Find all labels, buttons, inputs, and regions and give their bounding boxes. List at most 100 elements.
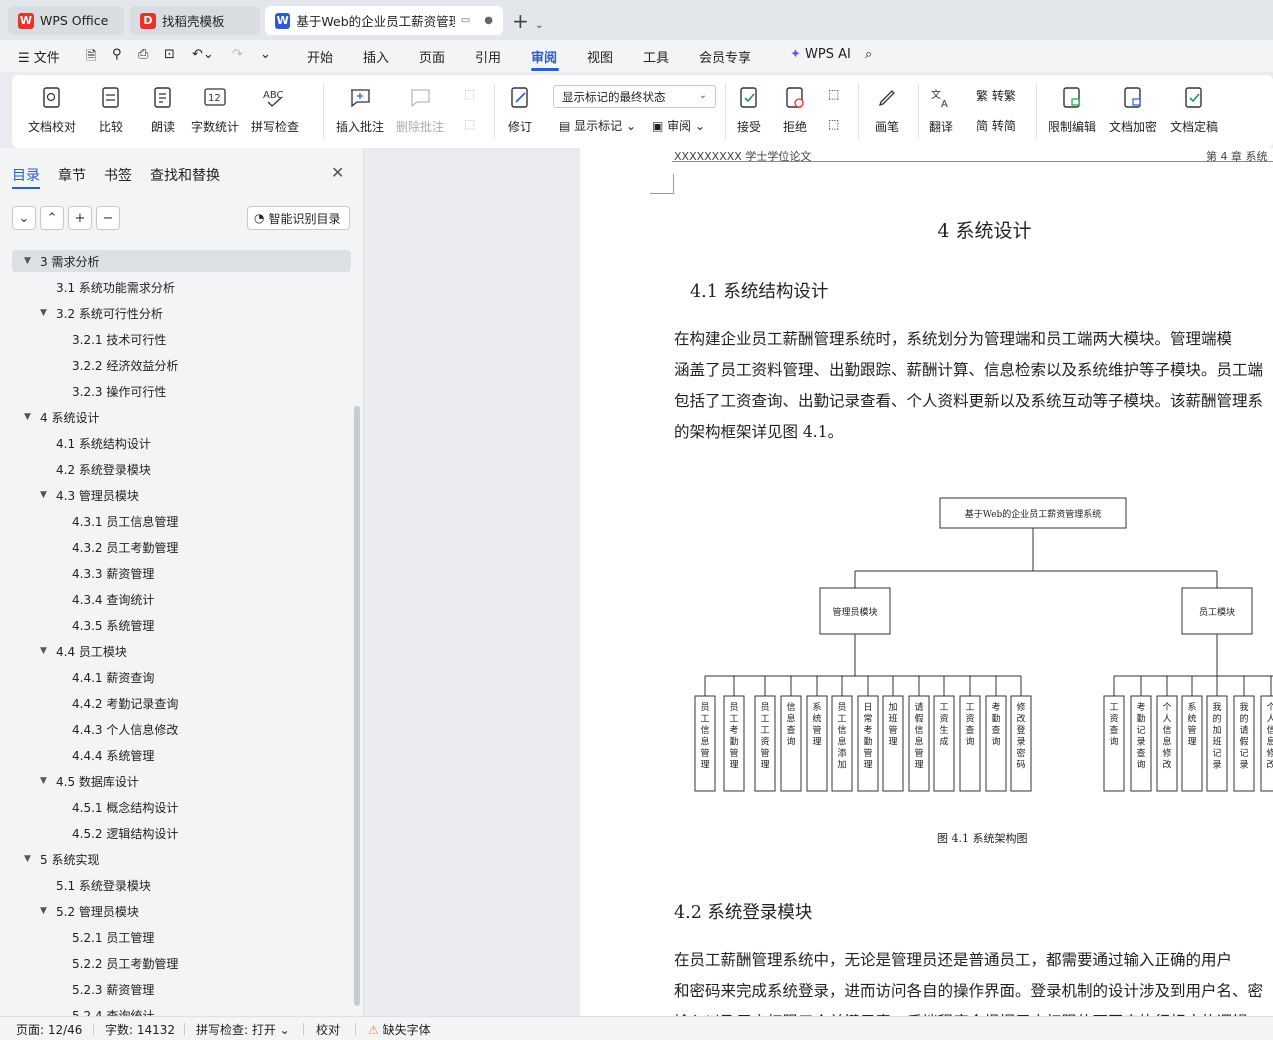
menu-tools[interactable]: 工具 <box>643 47 669 66</box>
revise-button[interactable]: 修订 <box>507 85 533 135</box>
menu-reference[interactable]: 引用 <box>475 47 501 66</box>
menu-view[interactable]: 视图 <box>587 47 613 66</box>
pen-button[interactable]: 画笔 <box>874 85 900 135</box>
toc-item[interactable]: 4.2 系统登录模块 <box>0 458 151 480</box>
caret-down-icon[interactable]: ▼ <box>40 906 56 916</box>
caret-down-icon[interactable]: ▼ <box>24 854 40 864</box>
encrypt-button[interactable]: 文档加密 <box>1109 85 1157 135</box>
previous-comment-icon[interactable]: ⬚ <box>464 87 475 101</box>
toc-item[interactable]: 4.4.1 薪资查询 <box>0 666 154 688</box>
tab-toc[interactable]: 目录 <box>12 165 40 185</box>
smart-toc-button[interactable]: ◔ 智能识别目录 <box>247 206 350 230</box>
toc-item[interactable]: 5.2.3 薪资管理 <box>0 978 154 1000</box>
collapse-up-button[interactable]: ⌃ <box>40 206 64 230</box>
read-aloud-button[interactable]: 朗读 <box>150 85 176 135</box>
new-tab-button[interactable]: + ⌄ <box>512 9 544 33</box>
caret-down-icon[interactable]: ▼ <box>24 256 40 266</box>
print-icon[interactable]: ⎙ <box>138 47 148 62</box>
delete-comment-button[interactable]: 删除批注 <box>396 85 444 135</box>
tab-find-replace[interactable]: 查找和替换 <box>150 165 220 185</box>
chevron-down-icon[interactable]: ⌄ <box>535 20 543 31</box>
close-icon[interactable]: ✕ <box>331 163 344 182</box>
toc-item[interactable]: 3.1 系统功能需求分析 <box>0 276 175 298</box>
document-page[interactable]: XXXXXXXXX 学士学位论文 第 4 章 系统 4 系统设计 4.1 系统结… <box>580 148 1273 1016</box>
toc-item[interactable]: ▼ 5 系统实现 <box>0 848 99 870</box>
toc-item[interactable]: 4.5.1 概念结构设计 <box>0 796 178 818</box>
toc-item[interactable]: ▼ 5.2 管理员模块 <box>0 900 139 922</box>
to-simplified-button[interactable]: 简 转简 <box>976 117 1016 134</box>
menu-insert[interactable]: 插入 <box>363 47 389 66</box>
toc-item[interactable]: ▼ 3 需求分析 <box>12 250 351 272</box>
compare-button[interactable]: 比较 <box>98 85 124 135</box>
insert-comment-button[interactable]: 插入批注 <box>336 85 384 135</box>
caret-down-icon[interactable]: ▼ <box>40 490 56 500</box>
menu-member[interactable]: 会员专享 <box>699 47 751 66</box>
save-icon[interactable]: 🗎 <box>86 47 96 69</box>
toc-item[interactable]: 4.5.2 逻辑结构设计 <box>0 822 178 844</box>
toc-item[interactable]: ▼ 4.5 数据库设计 <box>0 770 139 792</box>
toc-item[interactable]: 4.3.5 系统管理 <box>0 614 154 636</box>
toc-item[interactable]: 4.3.4 查询统计 <box>0 588 154 610</box>
accept-button[interactable]: 接受 <box>736 85 762 135</box>
spell-check-button[interactable]: ABC 拼写检查 <box>251 85 299 135</box>
missing-font-status[interactable]: ⚠ 缺失字体 <box>368 1021 431 1038</box>
toc-item[interactable]: 3.2.3 操作可行性 <box>0 380 166 402</box>
next-comment-icon[interactable]: ⬚ <box>464 117 475 131</box>
toc-item[interactable]: 4.3.2 员工考勤管理 <box>0 536 178 558</box>
toc-item[interactable]: 4.4.4 系统管理 <box>0 744 154 766</box>
caret-down-icon[interactable]: ▼ <box>40 308 56 318</box>
toc-item[interactable]: 3.2.1 技术可行性 <box>0 328 166 350</box>
redo-icon[interactable]: ↷ <box>232 47 243 62</box>
spell-check-status[interactable]: 拼写检查: 打开 ⌄ <box>196 1021 290 1038</box>
remove-heading-button[interactable]: − <box>96 206 120 230</box>
caret-down-icon[interactable]: ▼ <box>40 646 56 656</box>
reject-button[interactable]: 拒绝 <box>782 85 808 135</box>
tab-template[interactable]: D 找稻壳模板 <box>130 6 260 35</box>
more-chevron-icon[interactable]: ⌄ <box>260 47 271 62</box>
tab-wps-office[interactable]: W WPS Office <box>8 6 124 35</box>
doc-check-button[interactable]: 文档校对 <box>28 85 76 135</box>
toc-item[interactable]: ▼ 3.2 系统可行性分析 <box>0 302 163 324</box>
wps-ai-button[interactable]: ✦ WPS AI <box>790 47 851 62</box>
to-traditional-button[interactable]: 繁 转繁 <box>976 87 1016 104</box>
toc-item[interactable]: 5.1 系统登录模块 <box>0 874 151 896</box>
previous-change-icon[interactable]: ⬚ <box>828 87 839 101</box>
show-markup-button[interactable]: ▤ 显示标记 ⌄ <box>559 117 636 134</box>
monitor-icon[interactable]: ▭ <box>461 15 470 26</box>
restrict-edit-button[interactable]: 限制编辑 <box>1048 85 1096 135</box>
toc-item[interactable]: 3.2.2 经济效益分析 <box>0 354 178 376</box>
menu-home[interactable]: 开始 <box>307 47 333 66</box>
expand-down-button[interactable]: ⌄ <box>12 206 36 230</box>
toc-item[interactable]: 4.1 系统结构设计 <box>0 432 151 454</box>
toc-item[interactable]: 4.4.3 个人信息修改 <box>0 718 178 740</box>
translate-button[interactable]: 文A 翻译 <box>928 85 954 135</box>
tab-bookmarks[interactable]: 书签 <box>104 165 132 185</box>
file-menu[interactable]: ☰ 文件 <box>18 47 60 66</box>
undo-icon[interactable]: ↶⌄ <box>192 47 214 62</box>
print-preview-icon[interactable]: ⊡ <box>164 47 175 62</box>
menu-page[interactable]: 页面 <box>419 47 445 66</box>
tab-document[interactable]: W 基于Web的企业员工薪资管理 ▭ ● <box>265 6 503 35</box>
tab-chapters[interactable]: 章节 <box>58 165 86 185</box>
caret-down-icon[interactable]: ▼ <box>24 412 40 422</box>
toc-item[interactable]: 4.3.1 员工信息管理 <box>0 510 178 532</box>
toc-item[interactable]: ▼ 4.4 员工模块 <box>0 640 127 662</box>
toc-item[interactable]: 4.4.2 考勤记录查询 <box>0 692 178 714</box>
toc-item[interactable]: ▼ 4 系统设计 <box>0 406 99 428</box>
sidebar-scrollbar[interactable] <box>354 406 360 1006</box>
page-indicator[interactable]: 页面: 12/46 <box>16 1021 82 1038</box>
toc-item[interactable]: 5.2.1 员工管理 <box>0 926 154 948</box>
caret-down-icon[interactable]: ▼ <box>40 776 56 786</box>
menu-review[interactable]: 审阅 <box>531 47 557 66</box>
word-count-indicator[interactable]: 字数: 14132 <box>105 1021 175 1038</box>
next-change-icon[interactable]: ⬚ <box>828 117 839 131</box>
add-heading-button[interactable]: + <box>68 206 92 230</box>
word-count-button[interactable]: 12 字数统计 <box>191 85 239 135</box>
search-icon[interactable]: ⌕ <box>865 47 872 62</box>
finalize-button[interactable]: 文档定稿 <box>1170 85 1218 135</box>
share-icon[interactable]: ⚲ <box>112 47 122 62</box>
display-state-select[interactable]: 显示标记的最终状态 ⌄ <box>553 85 716 108</box>
toc-item[interactable]: ▼ 4.3 管理员模块 <box>0 484 139 506</box>
proofread-status[interactable]: 校对 <box>316 1021 340 1038</box>
review-pane-button[interactable]: ▣ 审阅 ⌄ <box>652 117 705 134</box>
